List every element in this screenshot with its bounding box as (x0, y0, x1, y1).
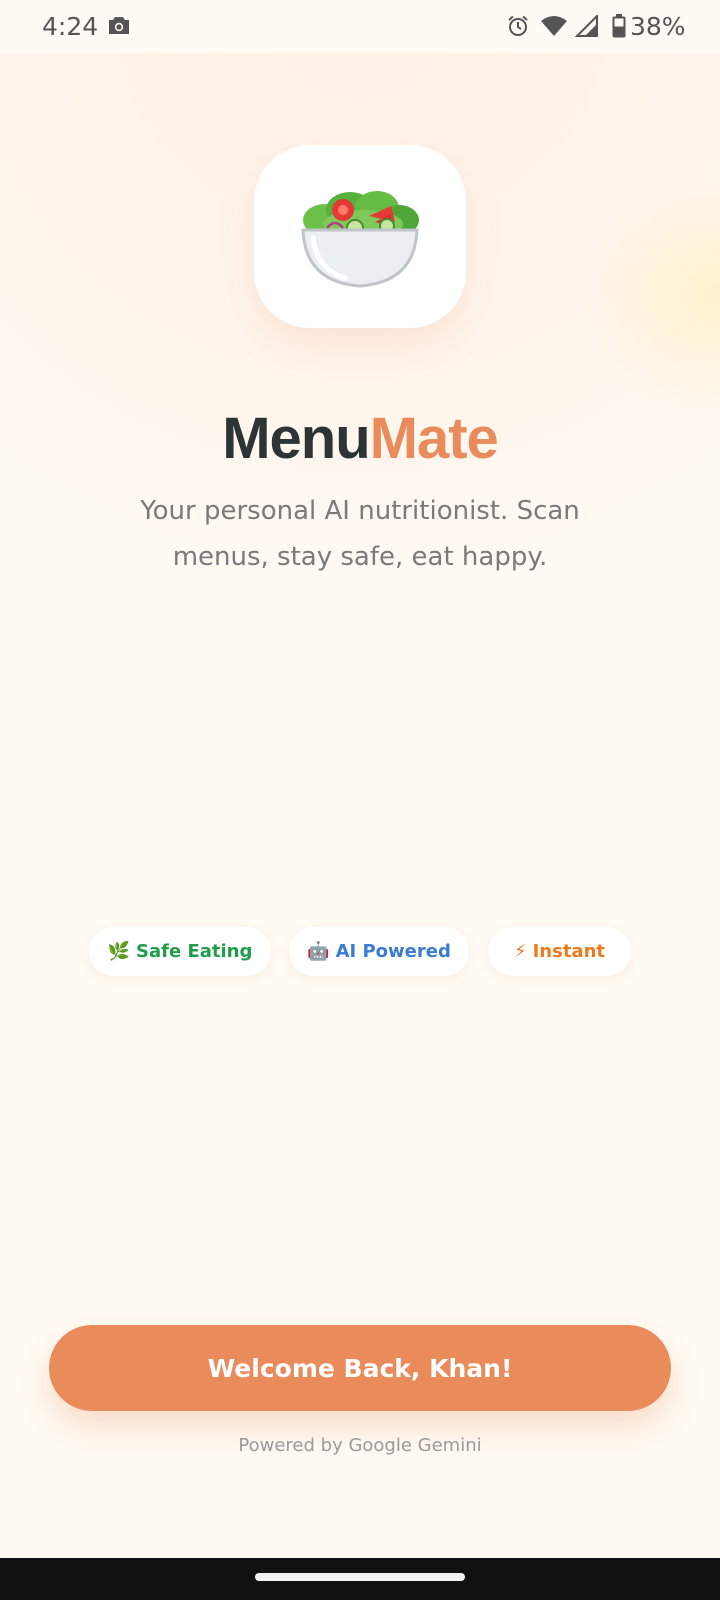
app-logo (254, 145, 466, 328)
leaf-icon: 🌿 (107, 941, 131, 962)
home-gesture-handle[interactable] (255, 1573, 465, 1581)
feature-chip-label: Safe Eating (136, 941, 253, 962)
feature-chip-instant: ⚡ Instant (488, 927, 631, 976)
alarm-icon (508, 15, 528, 36)
salad-icon (301, 190, 419, 288)
feature-chip-ai-powered: 🤖 AI Powered (289, 927, 469, 976)
feature-chip-label: AI Powered (335, 941, 451, 962)
app-title-mate: Mate (369, 406, 499, 471)
welcome-back-button[interactable]: Welcome Back, Khan! (49, 1325, 671, 1411)
wifi-icon (541, 16, 567, 36)
status-time: 4:24 (42, 12, 99, 41)
tagline: Your personal AI nutritionist. Scan menu… (140, 496, 580, 572)
powered-by-text: Powered by Google Gemini (238, 1435, 482, 1456)
lightning-icon: ⚡ (513, 941, 527, 962)
battery-percent: 38% (630, 12, 686, 41)
app-title-menu: Menu (222, 406, 370, 471)
feature-chip-safe-eating: 🌿 Safe Eating (89, 927, 271, 976)
battery-icon (612, 14, 626, 38)
feature-chip-label: Instant (532, 941, 606, 962)
signal-icon (575, 15, 598, 37)
welcome-screen: 4:24 38% MenuMate Your personal AI nutri… (0, 0, 720, 1600)
app-title: MenuMate (0, 403, 720, 475)
status-bar: 4:24 38% (0, 0, 720, 53)
camera-icon (109, 17, 129, 34)
robot-icon: 🤖 (307, 941, 330, 962)
